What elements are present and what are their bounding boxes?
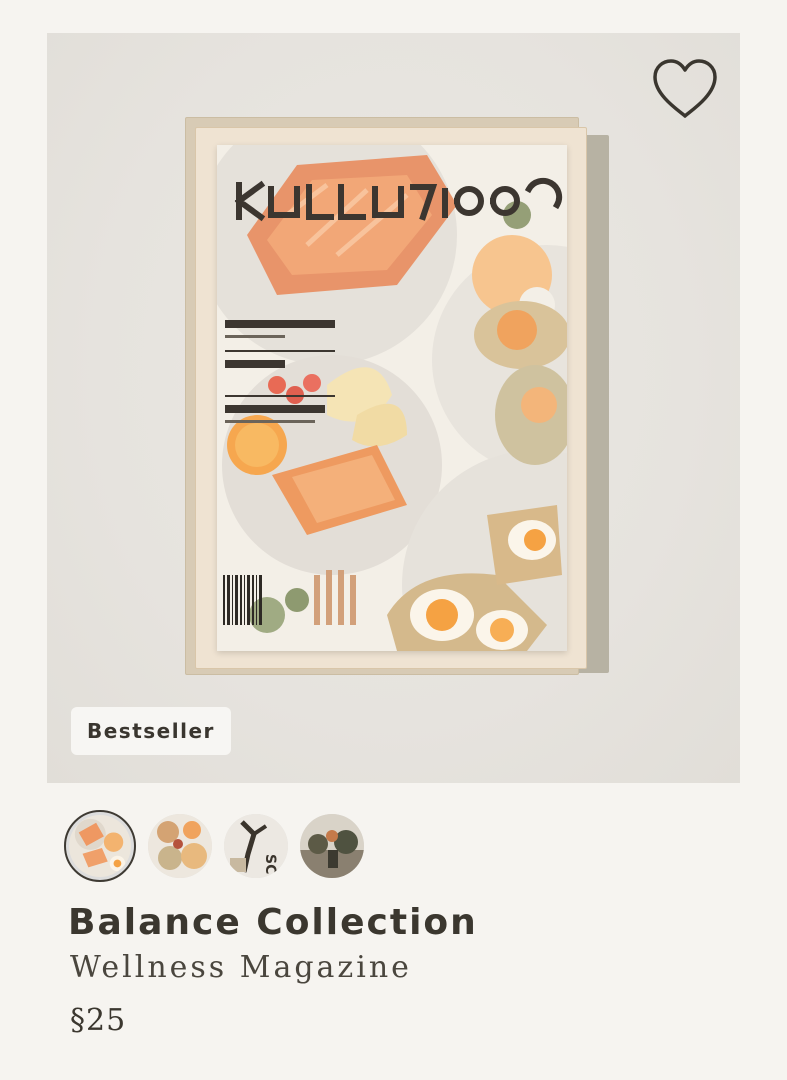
product-title: Balance Collection — [68, 902, 478, 943]
product-image: Bestseller — [47, 33, 740, 783]
product-price: §25 — [70, 1003, 127, 1038]
badge-label: Bestseller — [87, 719, 215, 743]
thumbnail-1[interactable] — [64, 810, 136, 882]
thumbnail-4[interactable] — [300, 814, 364, 878]
thumbnail-3[interactable]: SCUT — [224, 814, 288, 878]
product-subtitle: Wellness Magazine — [70, 950, 412, 985]
magazine-stack — [181, 113, 611, 693]
favorite-button[interactable] — [650, 57, 720, 121]
bestseller-badge: Bestseller — [71, 707, 231, 755]
thumbnail-2[interactable] — [148, 814, 212, 878]
magazine-cover — [217, 145, 567, 651]
thumbnail-strip: SCUT — [64, 808, 364, 884]
heart-outline-icon — [653, 59, 717, 118]
svg-text:SCUT: SCUT — [262, 854, 278, 878]
